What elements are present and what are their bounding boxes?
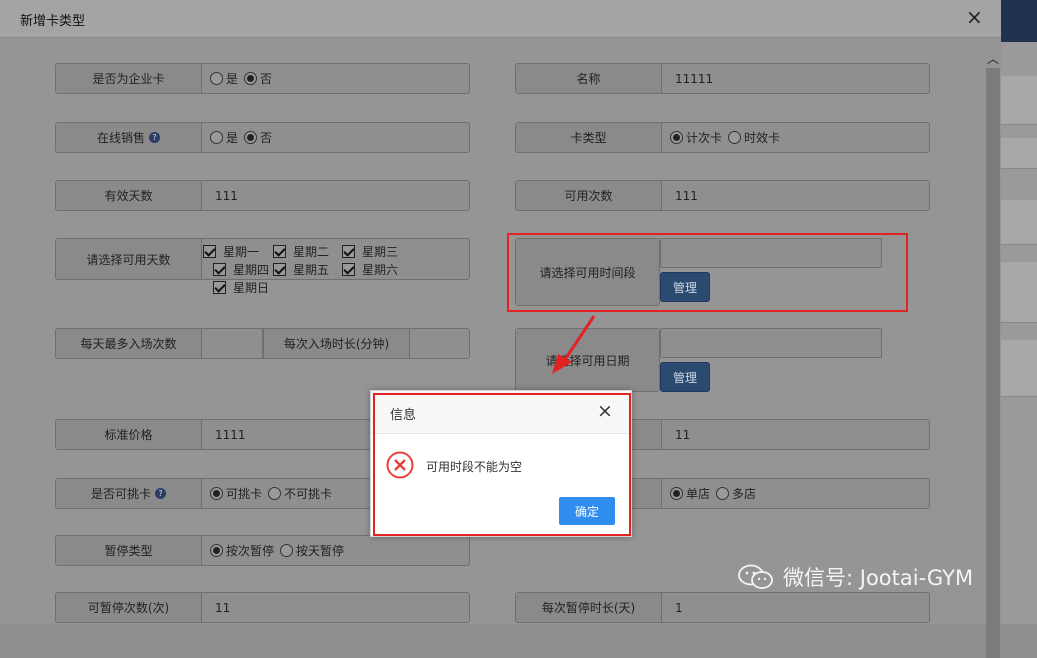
transferable-options: 可挑卡 不可挑卡 <box>202 479 338 508</box>
scroll-thumb[interactable] <box>986 68 1000 658</box>
background-page-strip <box>1001 0 1037 624</box>
online-sale-label: 在线销售? <box>56 123 202 152</box>
card-type-field: 卡类型 计次卡 时效卡 <box>515 122 930 153</box>
radio-selected-icon <box>670 131 683 144</box>
card-type-options: 计次卡 时效卡 <box>662 123 786 152</box>
duration-label: 每次入场时长(分钟) <box>263 329 410 358</box>
daily-max-label: 每天最多入场次数 <box>56 329 202 358</box>
card-type-label: 卡类型 <box>516 123 662 152</box>
valid-days-label: 有效天数 <box>56 181 202 210</box>
checkbox-checked-icon <box>342 263 355 276</box>
wechat-icon <box>738 564 773 589</box>
radio-icon <box>716 487 730 500</box>
pause-by-day-radio[interactable]: 按天暂停 <box>280 542 344 559</box>
name-field: 名称 11111 <box>515 63 930 94</box>
background-header <box>1001 0 1037 42</box>
card-type-time-radio[interactable]: 时效卡 <box>728 129 780 146</box>
card-type-count-radio[interactable]: 计次卡 <box>670 129 722 146</box>
pause-count-input[interactable]: 11 <box>202 593 469 622</box>
pause-type-options: 按次暂停 按天暂停 <box>202 536 350 565</box>
watermark-text: 微信号: Jootai-GYM <box>783 566 974 590</box>
online-sale-no-radio[interactable]: 否 <box>244 129 272 146</box>
help-icon[interactable]: ? <box>149 132 160 143</box>
pause-count-field: 可暂停次数(次) 11 <box>55 592 470 623</box>
pause-duration-label: 每次暂停时长(天) <box>516 593 662 622</box>
pause-duration-field: 每次暂停时长(天) 1 <box>515 592 930 623</box>
checkbox-checked-icon <box>213 263 226 276</box>
valid-days-input[interactable]: 111 <box>202 181 469 210</box>
name-label: 名称 <box>516 64 662 93</box>
store-scope-options: 单店 多店 <box>662 479 762 508</box>
transferable-no-radio[interactable]: 不可挑卡 <box>268 485 332 502</box>
day-checkbox-thu[interactable]: 星期四 <box>213 261 269 278</box>
background-row <box>1001 138 1037 169</box>
checkbox-checked-icon <box>273 245 286 258</box>
multi-store-radio[interactable]: 多店 <box>716 485 756 502</box>
enterprise-no-radio[interactable]: 否 <box>244 70 272 87</box>
dialog-title: 新增卡类型 <box>20 14 86 29</box>
valid-days-field: 有效天数 111 <box>55 180 470 211</box>
background-row <box>1001 76 1037 125</box>
radio-icon <box>728 131 742 144</box>
enterprise-card-options: 是 否 <box>202 64 278 93</box>
help-icon[interactable]: ? <box>155 488 166 499</box>
background-row <box>1001 262 1037 323</box>
radio-selected-icon <box>210 487 223 500</box>
background-row <box>1001 200 1037 245</box>
radio-selected-icon <box>244 131 258 144</box>
checkbox-checked-icon <box>203 245 216 258</box>
usable-days-label: 请选择可用天数 <box>56 239 202 279</box>
background-row <box>1001 340 1037 397</box>
daily-entry-field: 每天最多入场次数 每次入场时长(分钟) <box>55 328 470 359</box>
usable-times-field: 可用次数 111 <box>515 180 930 211</box>
pause-duration-input[interactable]: 1 <box>662 593 929 622</box>
radio-icon <box>280 544 294 557</box>
standard-price-label: 标准价格 <box>56 420 202 449</box>
transferable-label: 是否可挑卡? <box>56 479 202 508</box>
radio-icon <box>210 72 223 85</box>
radio-selected-icon <box>210 544 223 557</box>
online-sale-yes-radio[interactable]: 是 <box>210 129 238 146</box>
pause-count-label: 可暂停次数(次) <box>56 593 202 622</box>
day-checkbox-wed[interactable]: 星期三 <box>342 243 398 260</box>
day-checkbox-fri[interactable]: 星期五 <box>273 261 329 278</box>
pause-type-label: 暂停类型 <box>56 536 202 565</box>
enterprise-card-label: 是否为企业卡 <box>56 64 202 93</box>
online-sale-field: 在线销售? 是 否 <box>55 122 470 153</box>
dialog-header: 新增卡类型 × <box>0 0 1001 38</box>
usable-times-label: 可用次数 <box>516 181 662 210</box>
enterprise-card-field: 是否为企业卡 是 否 <box>55 63 470 94</box>
pause-by-count-radio[interactable]: 按次暂停 <box>210 542 274 559</box>
day-checkbox-tue[interactable]: 星期二 <box>273 243 329 260</box>
dialog-scrollbar[interactable]: ︿ <box>985 38 1001 658</box>
radio-selected-icon <box>670 487 683 500</box>
name-input[interactable]: 11111 <box>662 64 929 93</box>
day-checkbox-sat[interactable]: 星期六 <box>342 261 398 278</box>
time-slot-highlight <box>507 233 908 312</box>
right-price-input[interactable]: 11 <box>662 420 929 449</box>
usable-date-display <box>660 328 882 358</box>
single-store-radio[interactable]: 单店 <box>670 485 710 502</box>
annotation-arrow-icon <box>552 315 596 374</box>
message-highlight <box>373 393 631 536</box>
daily-max-input[interactable] <box>202 329 263 358</box>
enterprise-yes-radio[interactable]: 是 <box>210 70 238 87</box>
checkbox-checked-icon <box>273 263 286 276</box>
radio-icon <box>210 131 223 144</box>
scroll-up-icon[interactable]: ︿ <box>985 50 1001 66</box>
dialog-close-icon[interactable]: × <box>966 6 983 28</box>
usable-times-input[interactable]: 111 <box>662 181 929 210</box>
wechat-watermark: 微信号: Jootai-GYM <box>737 562 973 592</box>
day-checkbox-sun[interactable]: 星期日 <box>213 279 269 296</box>
radio-icon <box>268 487 282 500</box>
online-sale-options: 是 否 <box>202 123 278 152</box>
pause-type-field: 暂停类型 按次暂停 按天暂停 <box>55 535 470 566</box>
day-checkbox-mon[interactable]: 星期一 <box>203 243 259 260</box>
checkbox-checked-icon <box>342 245 355 258</box>
checkbox-checked-icon <box>213 281 226 294</box>
radio-selected-icon <box>244 72 258 85</box>
duration-input[interactable] <box>409 329 469 358</box>
transferable-yes-radio[interactable]: 可挑卡 <box>210 485 262 502</box>
usable-date-manage-button[interactable]: 管理 <box>660 362 710 392</box>
